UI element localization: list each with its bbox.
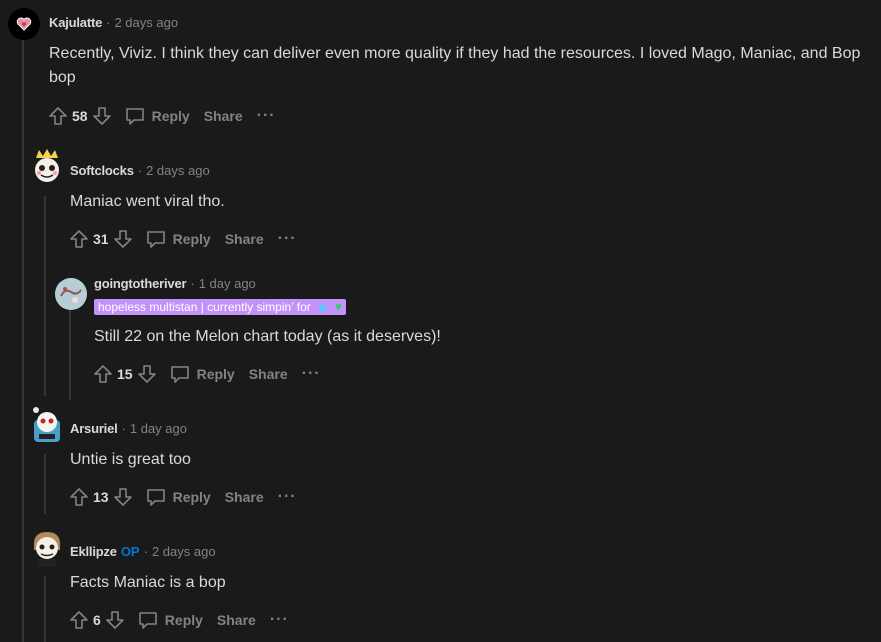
heart-emoji-icon: ♥ <box>334 300 342 314</box>
downvote-arrow-icon <box>105 611 124 629</box>
comment-body: Maniac went viral tho. <box>70 193 225 210</box>
comment-body: Still 22 on the Melon chart today (as it… <box>94 328 441 345</box>
downvote-arrow-icon <box>113 230 132 248</box>
vote-score: 13 <box>93 489 109 505</box>
avatar[interactable] <box>8 8 40 40</box>
share-button[interactable]: Share <box>225 489 264 505</box>
more-options-button[interactable]: ··· <box>278 489 297 505</box>
comment: Kajulatte 2 days ago Recently, Viviz. I … <box>0 0 881 140</box>
downvote-button[interactable] <box>111 227 135 251</box>
snoo-avatar-icon <box>34 532 60 567</box>
comment-meta: Ekllipze OP 2 days ago <box>70 544 216 559</box>
reply-button[interactable]: Reply <box>145 486 211 508</box>
more-options-button[interactable]: ··· <box>278 231 297 247</box>
comment-actions: 15 Reply Share ··· <box>91 362 321 386</box>
reply-button[interactable]: Reply <box>145 228 211 250</box>
comment-bubble-icon <box>170 366 189 383</box>
comment-meta: Kajulatte 2 days ago <box>49 15 178 30</box>
more-options-button[interactable]: ··· <box>302 366 321 382</box>
upvote-arrow-icon <box>70 611 88 629</box>
timestamp[interactable]: 2 days ago <box>138 163 210 178</box>
downvote-arrow-icon <box>113 488 132 506</box>
author-name[interactable]: Kajulatte <box>49 15 102 30</box>
avatar[interactable] <box>30 404 64 444</box>
comment-body: Untie is great too <box>70 451 191 468</box>
downvote-arrow-icon <box>92 107 111 125</box>
downvote-arrow-icon <box>137 365 156 383</box>
downvote-button[interactable] <box>103 608 127 632</box>
comment-actions: 6 Reply Share ··· <box>67 608 289 632</box>
avatar[interactable] <box>30 528 64 568</box>
comment-meta: Arsuriel 1 day ago <box>70 421 187 436</box>
upvote-arrow-icon <box>70 230 88 248</box>
reply-button[interactable]: Reply <box>169 363 235 385</box>
downvote-button[interactable] <box>111 485 135 509</box>
avatar[interactable] <box>30 148 64 188</box>
flair-text: hopeless multistan | currently simpin’ f… <box>98 300 311 314</box>
share-button[interactable]: Share <box>249 366 288 382</box>
reply-button[interactable]: Reply <box>137 609 203 631</box>
upvote-arrow-icon <box>70 488 88 506</box>
upvote-button[interactable] <box>67 485 91 509</box>
comment: Arsuriel 1 day ago Untie is great too 13… <box>0 400 881 520</box>
timestamp[interactable]: 2 days ago <box>144 544 216 559</box>
user-flair: hopeless multistan | currently simpin’ f… <box>94 299 346 315</box>
comment: Softclocks 2 days ago Maniac went viral … <box>0 140 881 260</box>
vote-score: 58 <box>72 108 88 124</box>
avatar[interactable] <box>55 278 87 310</box>
author-name[interactable]: Arsuriel <box>70 421 118 436</box>
comment-body: Recently, Viviz. I think they can delive… <box>49 45 861 86</box>
user-avatar-icon <box>55 278 87 310</box>
upvote-arrow-icon <box>49 107 67 125</box>
comment-actions: 58 Reply Share ··· <box>46 104 276 128</box>
comment-actions: 31 Reply Share ··· <box>67 227 297 251</box>
comment-bubble-icon <box>125 108 144 125</box>
downvote-button[interactable] <box>90 104 114 128</box>
comment-body: Facts Maniac is a bop <box>70 574 226 591</box>
comment-actions: 13 Reply Share ··· <box>67 485 297 509</box>
reply-label: Reply <box>196 366 235 382</box>
downvote-button[interactable] <box>135 362 159 386</box>
reply-label: Reply <box>151 108 190 124</box>
more-options-button[interactable]: ··· <box>257 108 276 124</box>
timestamp[interactable]: 1 day ago <box>190 276 256 291</box>
heart-avatar-icon <box>8 8 40 40</box>
timestamp[interactable]: 2 days ago <box>106 15 178 30</box>
vote-score: 6 <box>93 612 101 628</box>
upvote-button[interactable] <box>67 227 91 251</box>
comment-bubble-icon <box>138 612 157 629</box>
gem-emoji-icon: ◆ <box>318 300 328 314</box>
reply-label: Reply <box>172 489 211 505</box>
upvote-button[interactable] <box>91 362 115 386</box>
author-name[interactable]: goingtotheriver <box>94 276 187 291</box>
share-button[interactable]: Share <box>225 231 264 247</box>
upvote-button[interactable] <box>46 104 70 128</box>
upvote-button[interactable] <box>67 608 91 632</box>
snoo-avatar-icon <box>33 407 60 442</box>
author-name[interactable]: Softclocks <box>70 163 134 178</box>
vote-score: 15 <box>117 366 133 382</box>
snoo-avatar-icon <box>35 149 59 182</box>
comment-meta: goingtotheriver 1 day ago <box>94 276 256 291</box>
reply-label: Reply <box>172 231 211 247</box>
comment: Ekllipze OP 2 days ago Facts Maniac is a… <box>0 520 881 642</box>
comment: goingtotheriver 1 day ago hopeless multi… <box>0 260 881 400</box>
share-button[interactable]: Share <box>217 612 256 628</box>
op-badge: OP <box>120 544 140 559</box>
author-name[interactable]: Ekllipze <box>70 544 117 559</box>
upvote-arrow-icon <box>94 365 112 383</box>
timestamp[interactable]: 1 day ago <box>122 421 187 436</box>
share-button[interactable]: Share <box>204 108 243 124</box>
reply-button[interactable]: Reply <box>124 105 190 127</box>
comment-bubble-icon <box>146 489 165 506</box>
reply-label: Reply <box>164 612 203 628</box>
vote-score: 31 <box>93 231 109 247</box>
more-options-button[interactable]: ··· <box>270 612 289 628</box>
comment-bubble-icon <box>146 231 165 248</box>
comment-meta: Softclocks 2 days ago <box>70 163 210 178</box>
